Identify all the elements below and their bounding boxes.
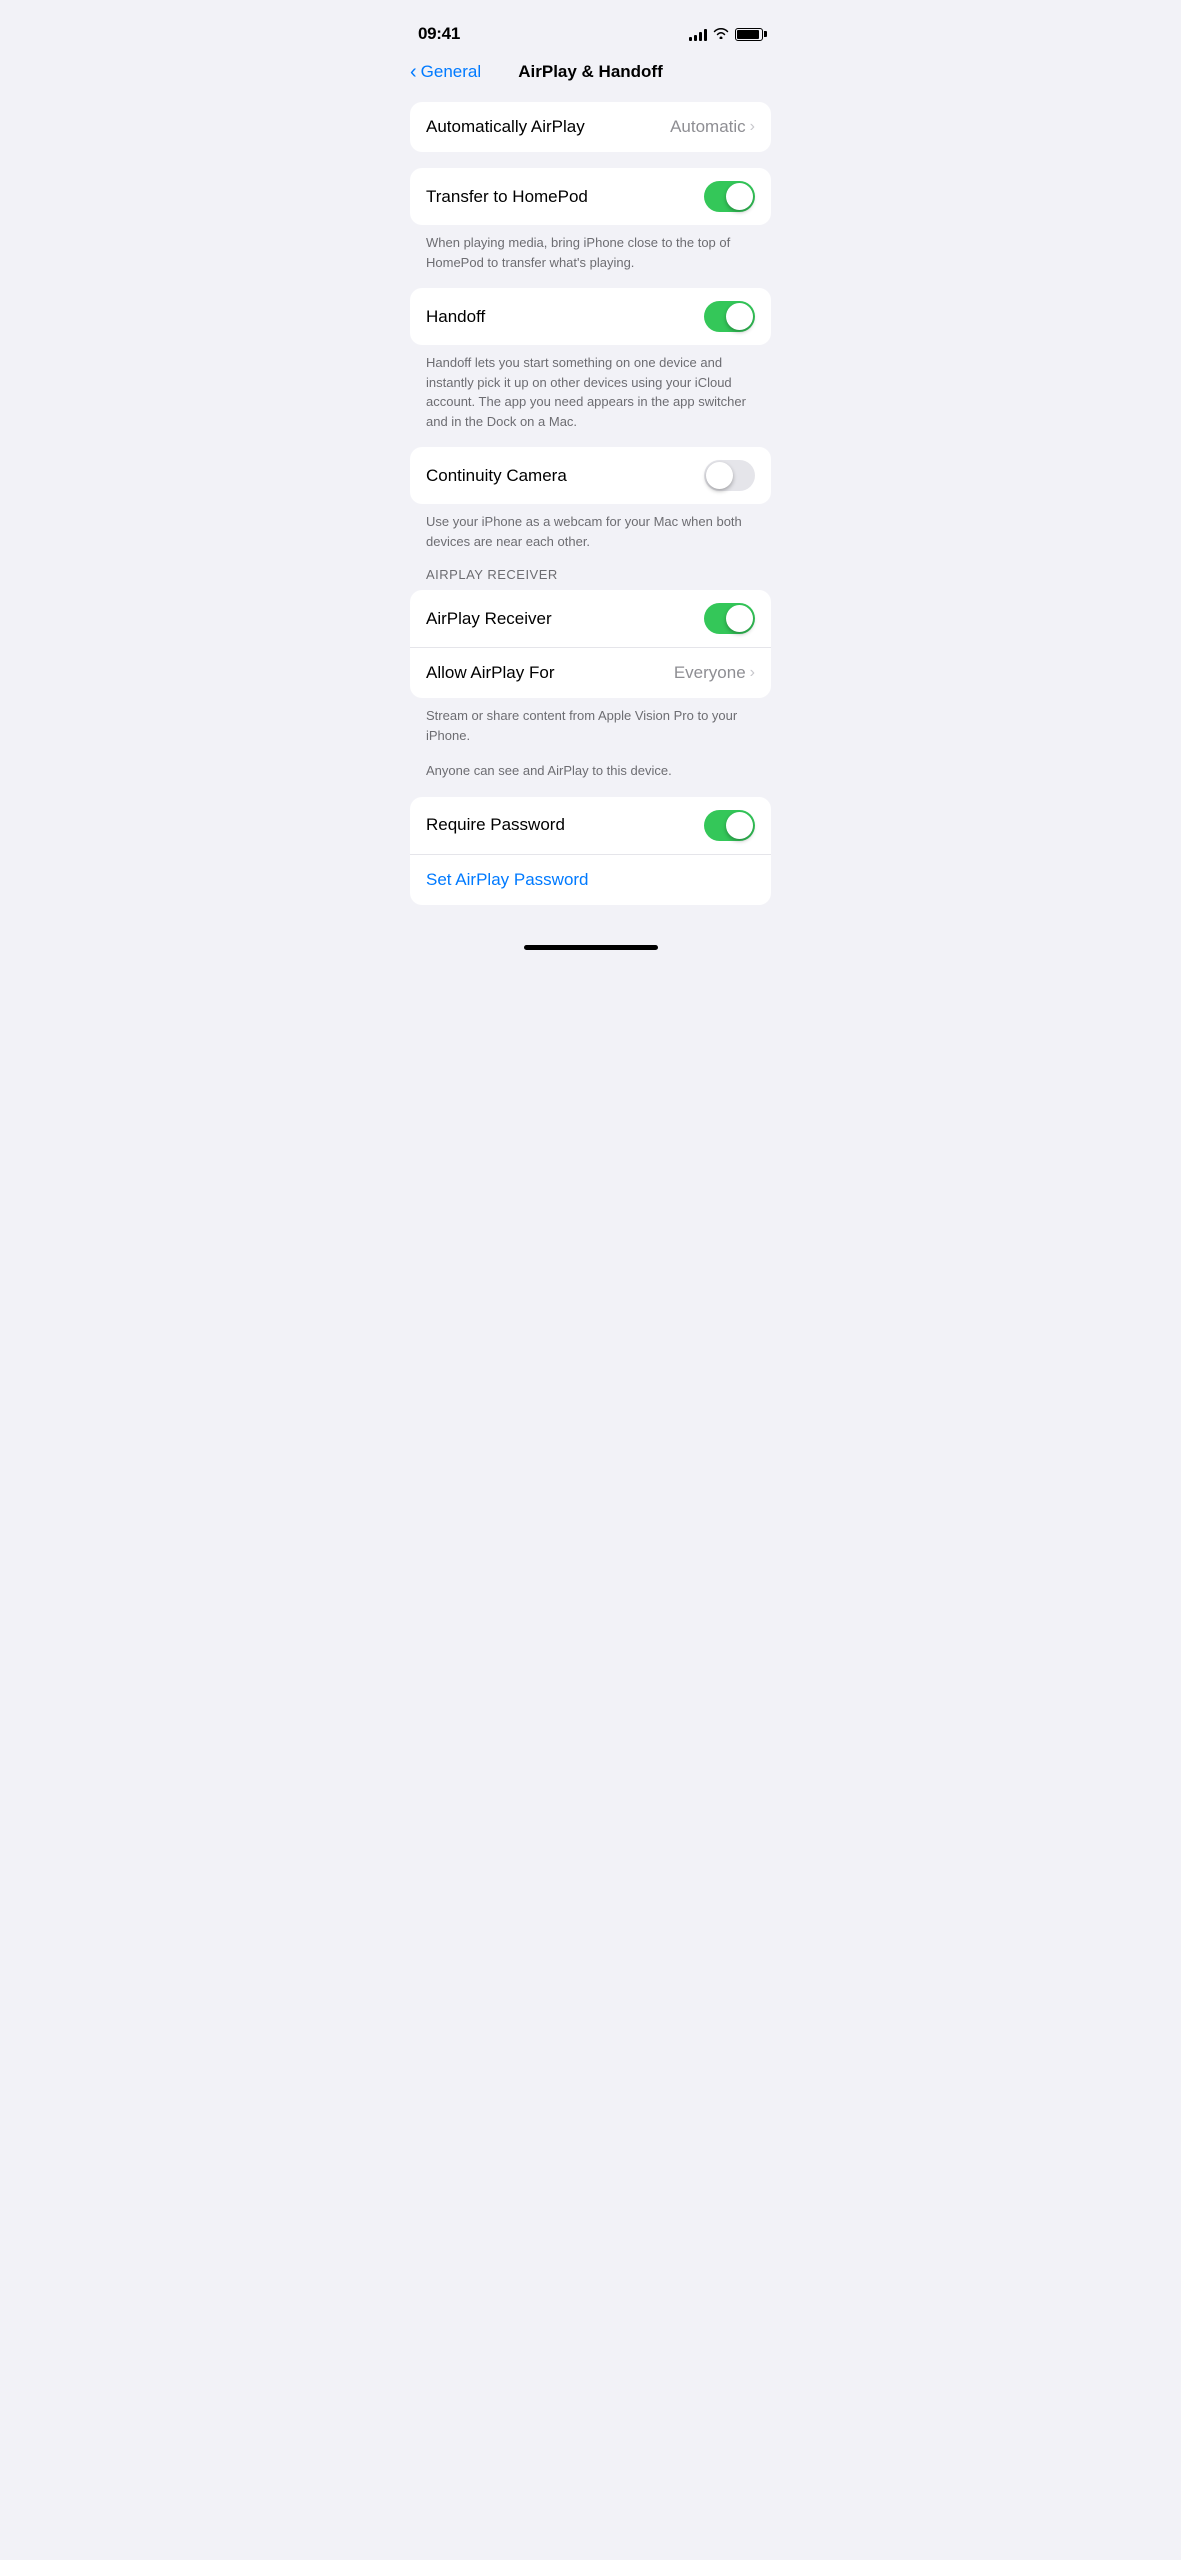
continuity-camera-row: Continuity Camera xyxy=(410,447,771,504)
home-bar xyxy=(524,945,658,950)
toggle-thumb xyxy=(726,812,753,839)
continuity-camera-description: Use your iPhone as a webcam for your Mac… xyxy=(410,504,771,551)
airplay-receiver-description-1: Stream or share content from Apple Visio… xyxy=(410,698,771,745)
transfer-homepod-toggle[interactable] xyxy=(704,181,755,212)
status-time: 09:41 xyxy=(418,24,460,44)
status-bar: 09:41 xyxy=(394,0,787,54)
airplay-receiver-label: AirPlay Receiver xyxy=(426,609,552,629)
auto-airplay-section: Automatically AirPlay Automatic › xyxy=(410,102,771,152)
set-airplay-password-label: Set AirPlay Password xyxy=(426,870,589,890)
handoff-toggle[interactable] xyxy=(704,301,755,332)
auto-airplay-card: Automatically AirPlay Automatic › xyxy=(410,102,771,152)
handoff-card: Handoff xyxy=(410,288,771,345)
transfer-homepod-description: When playing media, bring iPhone close t… xyxy=(410,225,771,272)
set-airplay-password-row[interactable]: Set AirPlay Password xyxy=(410,855,771,905)
require-password-toggle[interactable] xyxy=(704,810,755,841)
auto-airplay-value-text: Automatic xyxy=(670,117,746,137)
transfer-handoff-card: Transfer to HomePod xyxy=(410,168,771,225)
allow-airplay-for-row[interactable]: Allow AirPlay For Everyone › xyxy=(410,648,771,698)
airplay-receiver-toggle[interactable] xyxy=(704,603,755,634)
auto-airplay-value: Automatic › xyxy=(670,117,755,137)
continuity-camera-label: Continuity Camera xyxy=(426,466,567,486)
wifi-icon xyxy=(713,26,729,42)
continuity-camera-toggle[interactable] xyxy=(704,460,755,491)
nav-header: ‹ General AirPlay & Handoff xyxy=(394,54,787,94)
allow-airplay-for-label: Allow AirPlay For xyxy=(426,663,554,683)
toggle-thumb xyxy=(726,303,753,330)
allow-airplay-chevron-icon: › xyxy=(750,664,755,682)
transfer-homepod-label: Transfer to HomePod xyxy=(426,187,588,207)
airplay-receiver-card: AirPlay Receiver Allow AirPlay For Every… xyxy=(410,590,771,698)
toggle-thumb xyxy=(726,605,753,632)
airplay-receiver-row: AirPlay Receiver xyxy=(410,590,771,648)
back-button[interactable]: ‹ General xyxy=(410,62,481,82)
signal-icon xyxy=(689,27,707,41)
allow-airplay-for-value: Everyone › xyxy=(674,663,755,683)
back-chevron-icon: ‹ xyxy=(410,62,417,82)
auto-airplay-row[interactable]: Automatically AirPlay Automatic › xyxy=(410,102,771,152)
home-indicator xyxy=(394,929,787,958)
handoff-row: Handoff xyxy=(410,288,771,345)
status-icons xyxy=(689,26,763,42)
handoff-label: Handoff xyxy=(426,307,485,327)
airplay-receiver-section: AIRPLAY RECEIVER AirPlay Receiver Allow … xyxy=(410,567,771,781)
auto-airplay-label: Automatically AirPlay xyxy=(426,117,585,137)
toggle-thumb xyxy=(706,462,733,489)
airplay-receiver-section-label: AIRPLAY RECEIVER xyxy=(410,567,771,582)
transfer-homepod-row: Transfer to HomePod xyxy=(410,168,771,225)
airplay-receiver-description-2: Anyone can see and AirPlay to this devic… xyxy=(410,753,771,781)
auto-airplay-chevron-icon: › xyxy=(750,118,755,136)
continuity-camera-card: Continuity Camera xyxy=(410,447,771,504)
page-title: AirPlay & Handoff xyxy=(518,62,663,82)
password-card: Require Password Set AirPlay Password xyxy=(410,797,771,905)
handoff-description: Handoff lets you start something on one … xyxy=(410,345,771,431)
allow-airplay-for-value-text: Everyone xyxy=(674,663,746,683)
back-label: General xyxy=(421,62,481,82)
battery-icon xyxy=(735,28,763,41)
toggle-thumb xyxy=(726,183,753,210)
password-section: Require Password Set AirPlay Password xyxy=(410,797,771,905)
transfer-handoff-section: Transfer to HomePod When playing media, … xyxy=(410,168,771,551)
require-password-label: Require Password xyxy=(426,815,565,835)
require-password-row: Require Password xyxy=(410,797,771,855)
content-area: Automatically AirPlay Automatic › Transf… xyxy=(394,102,787,905)
